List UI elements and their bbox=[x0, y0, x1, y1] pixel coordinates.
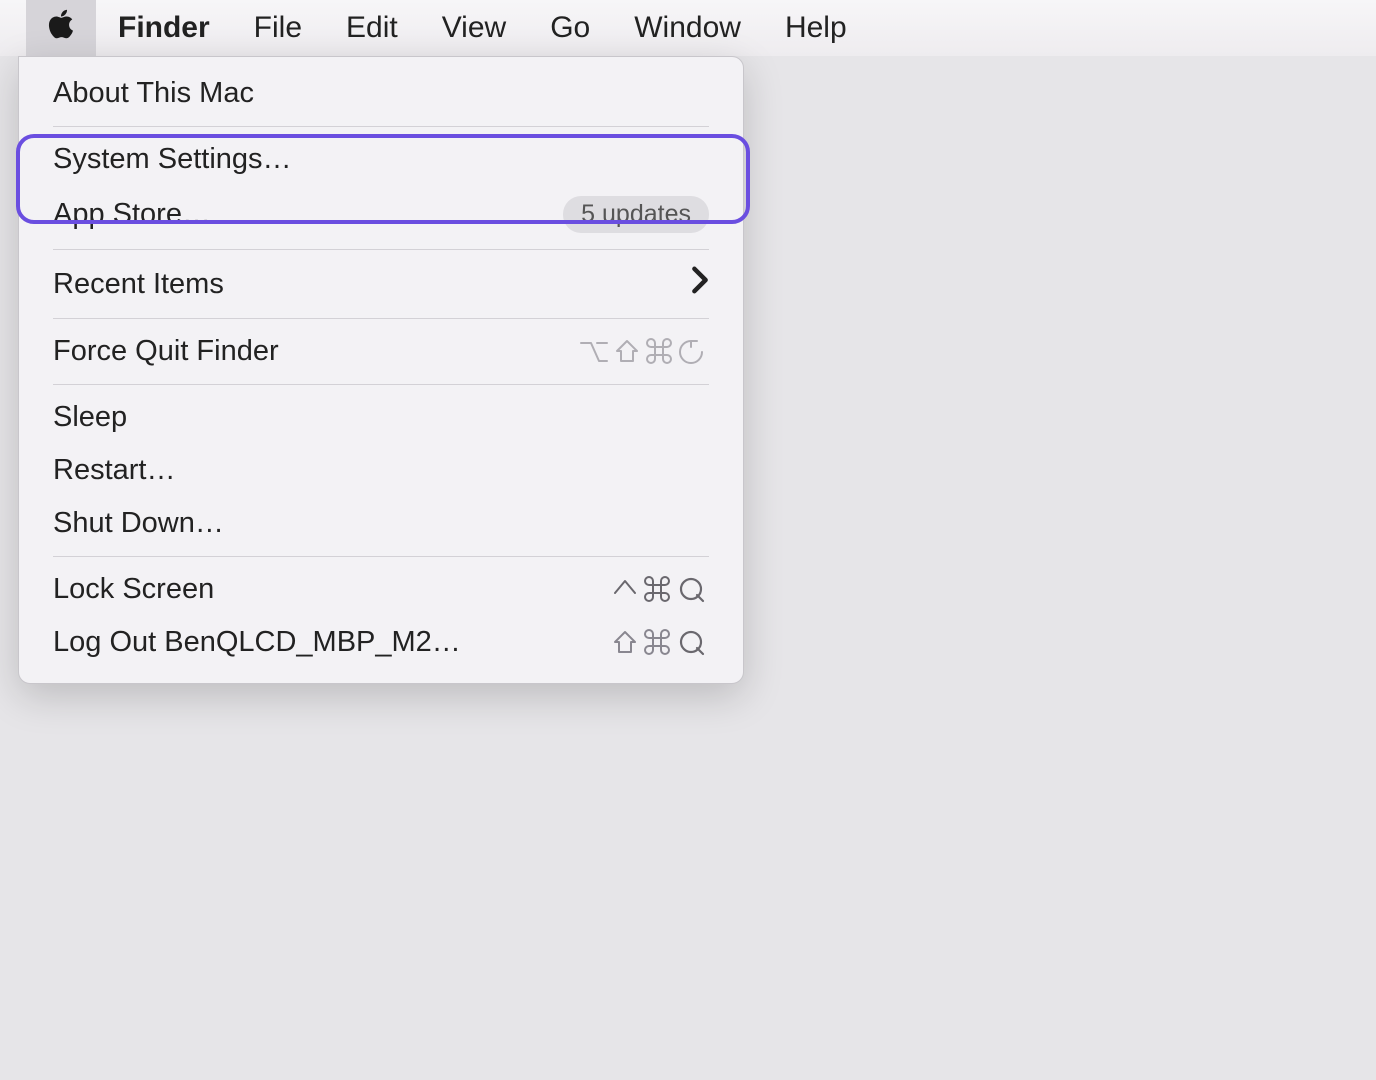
menubar-window[interactable]: Window bbox=[612, 0, 763, 56]
menu-item-label: Shut Down… bbox=[53, 507, 709, 540]
menu-separator bbox=[53, 249, 709, 250]
menu-separator bbox=[53, 384, 709, 385]
menu-separator bbox=[53, 318, 709, 319]
menu-force-quit[interactable]: Force Quit Finder bbox=[19, 325, 743, 378]
keyboard-shortcut bbox=[579, 337, 709, 367]
menu-item-label: Lock Screen bbox=[53, 573, 611, 606]
menu-sleep[interactable]: Sleep bbox=[19, 391, 743, 444]
apple-logo-icon bbox=[46, 7, 76, 49]
menubar-file[interactable]: File bbox=[232, 0, 324, 56]
menubar-edit[interactable]: Edit bbox=[324, 0, 420, 56]
menu-about-this-mac[interactable]: About This Mac bbox=[19, 67, 743, 120]
menu-item-label: App Store… bbox=[53, 198, 563, 231]
menu-separator bbox=[53, 126, 709, 127]
menubar-go[interactable]: Go bbox=[528, 0, 612, 56]
menu-item-label: System Settings… bbox=[53, 143, 709, 176]
menu-log-out[interactable]: Log Out BenQLCD_MBP_M2… bbox=[19, 616, 743, 669]
menu-item-label: Recent Items bbox=[53, 268, 691, 301]
menu-recent-items[interactable]: Recent Items bbox=[19, 256, 743, 312]
menu-item-label: Force Quit Finder bbox=[53, 335, 579, 368]
menu-item-label: Sleep bbox=[53, 401, 709, 434]
menu-item-label: About This Mac bbox=[53, 77, 709, 110]
chevron-right-icon bbox=[691, 266, 709, 302]
menubar-view[interactable]: View bbox=[420, 0, 528, 56]
menubar-help[interactable]: Help bbox=[763, 0, 869, 56]
menubar: Finder File Edit View Go Window Help bbox=[0, 0, 1376, 56]
apple-menu-button[interactable] bbox=[26, 0, 96, 56]
menu-item-label: Log Out BenQLCD_MBP_M2… bbox=[53, 626, 611, 659]
menu-restart[interactable]: Restart… bbox=[19, 444, 743, 497]
menu-lock-screen[interactable]: Lock Screen bbox=[19, 563, 743, 616]
keyboard-shortcut bbox=[611, 575, 709, 605]
keyboard-shortcut bbox=[611, 628, 709, 658]
menu-system-settings[interactable]: System Settings… bbox=[19, 133, 743, 186]
apple-menu-dropdown: About This Mac System Settings… App Stor… bbox=[18, 56, 744, 684]
menu-app-store[interactable]: App Store… 5 updates bbox=[19, 186, 743, 243]
updates-badge: 5 updates bbox=[563, 196, 709, 233]
menu-separator bbox=[53, 556, 709, 557]
menubar-app-name[interactable]: Finder bbox=[96, 0, 232, 56]
menu-item-label: Restart… bbox=[53, 454, 709, 487]
menu-shut-down[interactable]: Shut Down… bbox=[19, 497, 743, 550]
